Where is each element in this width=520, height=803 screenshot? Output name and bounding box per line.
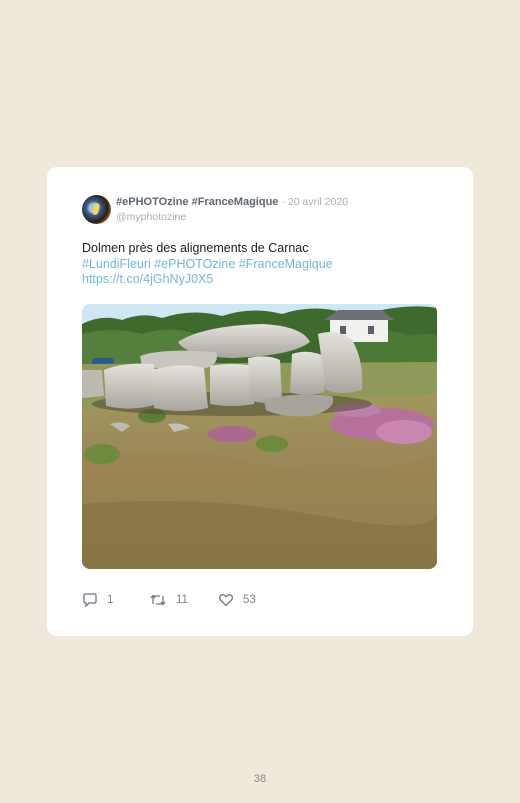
tweet-text: Dolmen près des alignements de Carnac #L… xyxy=(82,241,442,288)
avatar-image xyxy=(91,202,101,216)
tweet-body: Dolmen près des alignements de Carnac xyxy=(82,241,309,255)
dolmen-photo xyxy=(82,304,437,569)
page-number: 38 xyxy=(253,773,267,785)
tweet-hashtags[interactable]: #LundiFleuri #ePHOTOzine #FranceMagique xyxy=(82,257,442,273)
retweet-count: 11 xyxy=(176,594,188,606)
tweet-date[interactable]: · 20 avril 2020 xyxy=(281,196,348,208)
like-count: 53 xyxy=(243,594,256,606)
heart-icon xyxy=(218,594,234,607)
reply-button[interactable]: 1 xyxy=(82,591,113,609)
tweet-card: #ePHOTOzine #FranceMagique · 20 avril 20… xyxy=(47,167,473,636)
reply-icon xyxy=(83,593,97,608)
like-button[interactable]: 53 xyxy=(218,591,256,609)
user-handle[interactable]: @myphotozine xyxy=(116,211,186,223)
avatar[interactable] xyxy=(82,195,111,224)
tweet-link[interactable]: https://t.co/4jGhNyJ0X5 xyxy=(82,272,442,288)
tweet-photo[interactable] xyxy=(82,304,437,569)
display-name[interactable]: #ePHOTOzine #FranceMagique xyxy=(116,196,278,208)
retweet-button[interactable]: 11 xyxy=(149,591,188,609)
tweet-actions: 1 11 53 xyxy=(82,591,332,609)
retweet-icon xyxy=(150,594,166,606)
reply-count: 1 xyxy=(107,594,114,606)
tweet-header: #ePHOTOzine #FranceMagique · 20 avril 20… xyxy=(82,195,452,225)
author-line: #ePHOTOzine #FranceMagique · 20 avril 20… xyxy=(116,196,348,208)
